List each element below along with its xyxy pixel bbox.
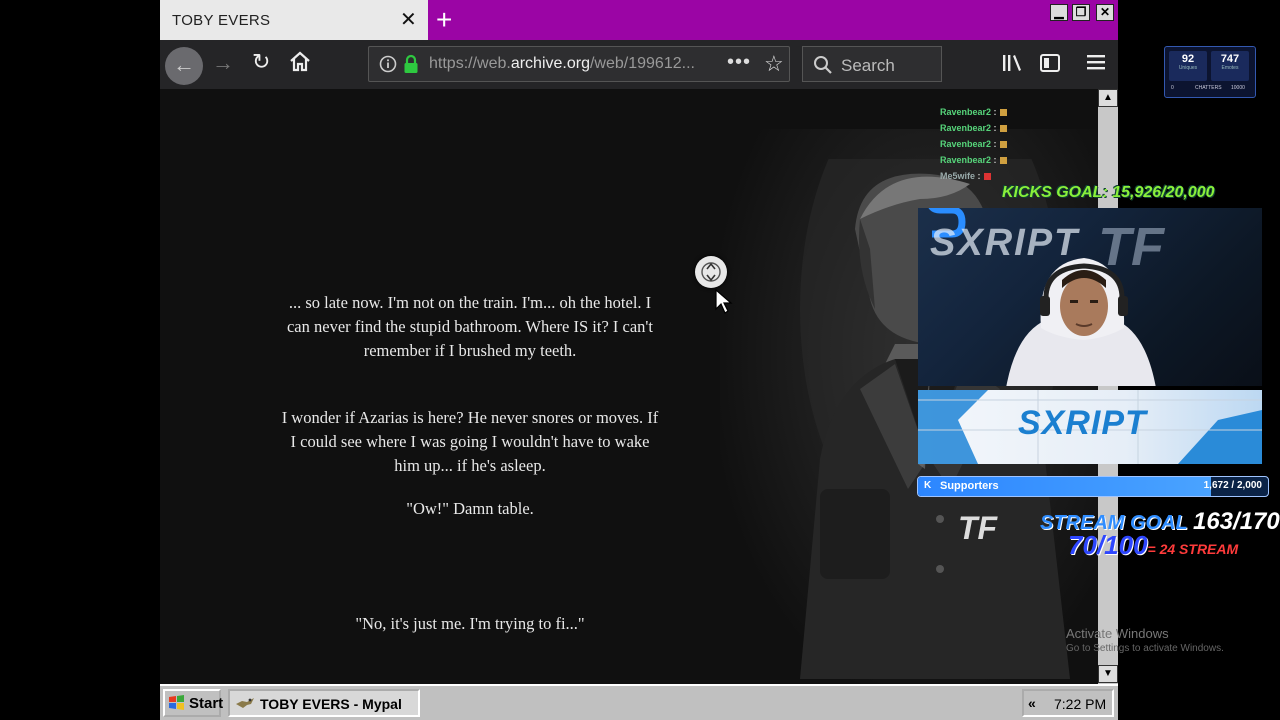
tab-bar: TOBY EVERS ✕ + ▁ ❐ ✕	[160, 0, 1118, 40]
bookmark-star-icon[interactable]: ☆	[764, 51, 784, 77]
chat-message: Ravenbear2 :	[940, 152, 1100, 168]
taskbar-clock: 7:22 PM	[1054, 696, 1107, 712]
home-button[interactable]	[288, 50, 312, 79]
supporters-goal-bar: K Supporters 1,672 / 2,000	[917, 476, 1269, 497]
story-paragraph: I wonder if Azarias is here? He never sn…	[281, 408, 659, 475]
uniques-label: Uniques	[1178, 65, 1198, 71]
tab-toby-evers[interactable]: TOBY EVERS ✕	[160, 0, 428, 40]
emote-icon	[999, 157, 1007, 165]
supporters-label: Supporters	[940, 480, 999, 492]
story-paragraph: ... so late now. I'm not on the train. I…	[286, 293, 653, 360]
supporters-count: 1,672 / 2,000	[1203, 480, 1262, 491]
chatters-bar: 0 CHATTERS 10000	[1169, 85, 1249, 91]
lock-icon	[404, 54, 418, 73]
taskbar: Start TOBY EVERS - Mypal « 7:22 PM	[160, 684, 1118, 720]
chatters-min: 0	[1171, 85, 1174, 91]
stream-sub-goal: 70/100= 24 STREAM	[1068, 530, 1238, 561]
scroll-up-button[interactable]: ▲	[1098, 89, 1118, 107]
windows-logo-icon	[169, 695, 184, 710]
start-button[interactable]: Start	[163, 689, 224, 717]
autoscroll-icon	[695, 256, 727, 288]
sxript-banner: SXRIPT	[918, 390, 1262, 464]
scroll-down-button[interactable]: ▼	[1098, 665, 1118, 683]
mypal-app-icon	[236, 698, 254, 708]
stream-sub-value: 70/100	[1068, 530, 1148, 560]
chatters-label: CHATTERS	[1195, 85, 1222, 91]
back-arrow-icon: ←	[173, 52, 195, 77]
start-label: Start	[189, 695, 224, 712]
kick-icon: K	[924, 480, 932, 491]
chat-message: Ravenbear2 :	[940, 120, 1100, 136]
chat-stats-widget: 92 Uniques 747 Emotes 0 CHATTERS 10000	[1164, 46, 1256, 98]
scrollbar[interactable]: ▲ ▼	[1098, 89, 1118, 684]
library-icon[interactable]	[1002, 53, 1024, 73]
window-close-button[interactable]: ✕	[1096, 4, 1114, 21]
mouse-cursor-icon	[715, 289, 733, 314]
activate-windows-subtitle: Go to Settings to activate Windows.	[1066, 643, 1224, 654]
kicks-goal: KICKS GOAL: 15,926/20,000	[1002, 184, 1215, 201]
taskbar-item-label: TOBY EVERS - Mypal	[260, 696, 402, 712]
tf-logo: TF	[958, 510, 998, 546]
banner-text: SXRIPT	[1018, 404, 1147, 442]
emote-icon	[999, 109, 1007, 117]
search-placeholder: Search	[841, 56, 895, 75]
nav-toolbar: ← → ↻ https://web.archive.org/web/199612…	[160, 40, 1118, 89]
hamburger-menu-icon[interactable]	[1086, 52, 1106, 72]
emote-icon	[999, 125, 1007, 133]
tab-close-icon[interactable]: ✕	[400, 8, 417, 32]
maximize-button[interactable]: ❐	[1072, 4, 1090, 21]
sidebar-icon[interactable]	[1040, 54, 1060, 72]
activate-windows-title: Activate Windows	[1066, 626, 1169, 641]
stream-sub-note: = 24 STREAM	[1147, 541, 1239, 557]
emotes-value: 747	[1220, 53, 1240, 65]
url-text: https://web.archive.org/web/199612...	[429, 55, 695, 72]
tab-title: TOBY EVERS	[172, 12, 271, 29]
reload-button[interactable]: ↻	[252, 49, 270, 75]
forward-button[interactable]: →	[212, 50, 234, 76]
tray-expand-icon[interactable]: «	[1028, 695, 1036, 711]
new-tab-button[interactable]: +	[436, 4, 452, 36]
page-actions-icon[interactable]: •••	[727, 51, 751, 74]
back-button[interactable]: ←	[165, 47, 203, 85]
info-icon[interactable]	[379, 55, 397, 73]
chat-feed: Ravenbear2 : Ravenbear2 : Ravenbear2 : R…	[940, 104, 1100, 184]
uniques-stat: 92 Uniques	[1169, 51, 1207, 81]
emotes-stat: 747 Emotes	[1211, 51, 1249, 81]
emotes-label: Emotes	[1221, 65, 1239, 71]
url-bar[interactable]: https://web.archive.org/web/199612... ••…	[368, 46, 790, 82]
uniques-value: 92	[1181, 53, 1195, 65]
taskbar-item-mypal[interactable]: TOBY EVERS - Mypal	[228, 689, 420, 717]
streamer-video	[1006, 258, 1156, 386]
chat-message: Ravenbear2 :	[940, 136, 1100, 152]
search-input[interactable]: Search	[802, 46, 942, 82]
system-tray: « 7:22 PM	[1022, 689, 1114, 717]
chat-message: Ravenbear2 :	[940, 104, 1100, 120]
search-icon	[814, 56, 832, 74]
minimize-button[interactable]: ▁	[1050, 4, 1068, 21]
chat-message: Me5wife :	[940, 168, 1100, 184]
story-paragraph: "Ow!" Damn table.	[406, 499, 534, 518]
emote-icon	[999, 141, 1007, 149]
chatters-max: 10000	[1231, 85, 1245, 91]
webcam-feed: SXRIPT TF	[918, 208, 1262, 386]
home-icon	[290, 51, 310, 72]
emote-icon	[983, 173, 991, 181]
story-paragraph: "No, it's just me. I'm trying to fi..."	[355, 614, 585, 633]
